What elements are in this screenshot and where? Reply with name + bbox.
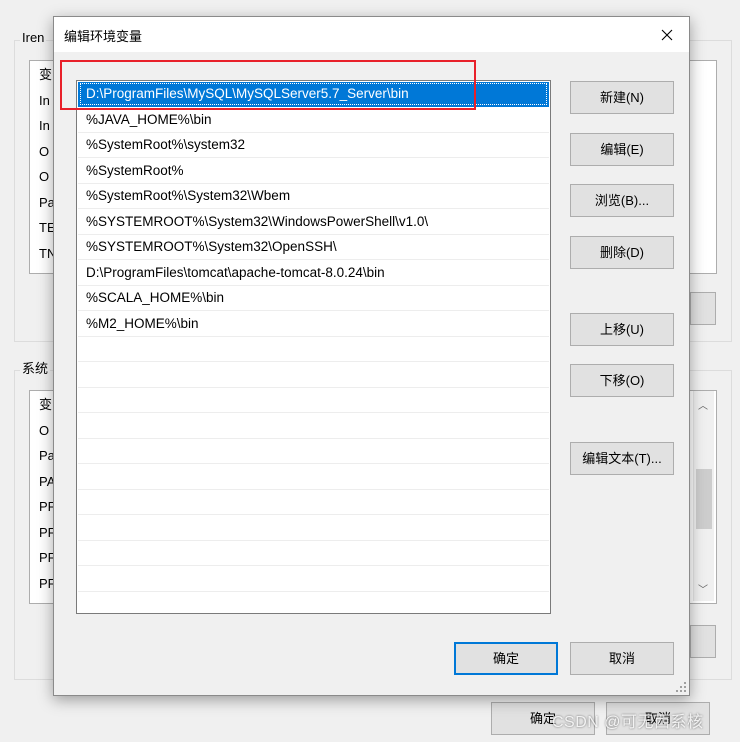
user-variable-item[interactable]: O [39,169,49,185]
user-variables-button-partial[interactable] [690,292,716,325]
user-variables-list-right-edge [690,60,717,274]
new-button[interactable]: 新建(N) [570,81,674,114]
system-variable-item[interactable]: 变 [39,397,52,413]
user-variables-group-title: Iren [20,30,47,45]
user-variable-item[interactable]: 变 [39,67,52,83]
csdn-watermark: CSDN @可无西系核 [552,714,704,731]
resize-grip-icon[interactable] [675,681,687,693]
empty-path-row[interactable] [78,439,549,464]
scroll-up-arrow-icon[interactable]: ︿ [698,397,708,412]
path-row[interactable]: %JAVA_HOME%\bin [78,108,549,133]
path-text: %JAVA_HOME%\bin [86,111,212,127]
system-list-scrollbar[interactable]: ︿ ﹀ [693,391,714,601]
path-row[interactable]: %SystemRoot%\system32 [78,133,549,158]
empty-path-row[interactable] [78,541,549,566]
user-variable-item[interactable]: In [39,93,50,109]
path-text: %M2_HOME%\bin [86,315,199,331]
path-text: %SYSTEMROOT%\System32\WindowsPowerShell\… [86,213,429,229]
screen: Iren 变 In In O O Pa TE TN 系统 变 O Pa PA PF PF PF PF ︿ ﹀… [0,0,740,742]
empty-path-row[interactable] [78,567,549,592]
path-row[interactable]: %SystemRoot%\System32\Wbem [78,184,549,209]
browse-button[interactable]: 浏览(B)... [570,184,674,217]
path-text: %SCALA_HOME%\bin [86,290,225,305]
scrollbar-thumb[interactable] [696,469,712,529]
path-row[interactable]: %SCALA_HOME%\bin [78,286,549,311]
dialog-title: 编辑环境变量 [64,29,143,44]
move-down-button[interactable]: 下移(O) [570,364,674,397]
empty-path-row[interactable] [78,465,549,490]
path-text: %SYSTEMROOT%\System32\OpenSSH\ [86,239,337,254]
empty-path-row[interactable] [78,363,549,388]
system-variable-item[interactable]: O [39,423,49,439]
cancel-button[interactable]: 取消 [570,642,674,675]
empty-path-row[interactable] [78,414,549,439]
system-variables-button-partial[interactable] [690,625,716,658]
edit-env-var-dialog: 编辑环境变量 D:\ProgramFiles\MySQL\MySQLServer… [53,16,690,696]
path-text: D:\ProgramFiles\tomcat\apache-tomcat-8.0… [86,264,385,280]
path-row[interactable]: %SYSTEMROOT%\System32\OpenSSH\ [78,235,549,260]
user-variable-item[interactable]: In [39,118,50,134]
empty-path-row[interactable] [78,516,549,541]
path-list[interactable]: D:\ProgramFiles\MySQL\MySQLServer5.7_Ser… [76,80,551,614]
path-row[interactable]: D:\ProgramFiles\MySQL\MySQLServer5.7_Ser… [78,82,549,107]
path-row[interactable]: %M2_HOME%\bin [78,312,549,337]
path-text: %SystemRoot%\System32\Wbem [86,188,291,203]
path-row[interactable]: %SYSTEMROOT%\System32\WindowsPowerShell\… [78,210,549,235]
empty-path-row[interactable] [78,388,549,413]
path-text: %SystemRoot% [86,162,184,178]
ok-button[interactable]: 确定 [454,642,558,675]
path-text: %SystemRoot%\system32 [86,137,246,152]
empty-path-row[interactable] [78,490,549,515]
system-variables-group-title: 系统 [20,361,51,376]
path-row[interactable]: %SystemRoot% [78,159,549,184]
path-text: D:\ProgramFiles\MySQL\MySQLServer5.7_Ser… [86,86,409,101]
edit-button[interactable]: 编辑(E) [570,133,674,166]
dialog-titlebar[interactable]: 编辑环境变量 [54,17,689,52]
empty-path-row[interactable] [78,337,549,362]
scroll-down-arrow-icon[interactable]: ﹀ [698,581,708,596]
edit-text-button[interactable]: 编辑文本(T)... [570,442,674,475]
user-variable-item[interactable]: O [39,144,49,160]
path-row[interactable]: D:\ProgramFiles\tomcat\apache-tomcat-8.0… [78,261,549,286]
close-icon [661,29,673,40]
close-button[interactable] [645,17,689,52]
system-variables-list-right-edge: ︿ ﹀ [690,390,717,604]
move-up-button[interactable]: 上移(U) [570,313,674,346]
delete-button[interactable]: 删除(D) [570,236,674,269]
